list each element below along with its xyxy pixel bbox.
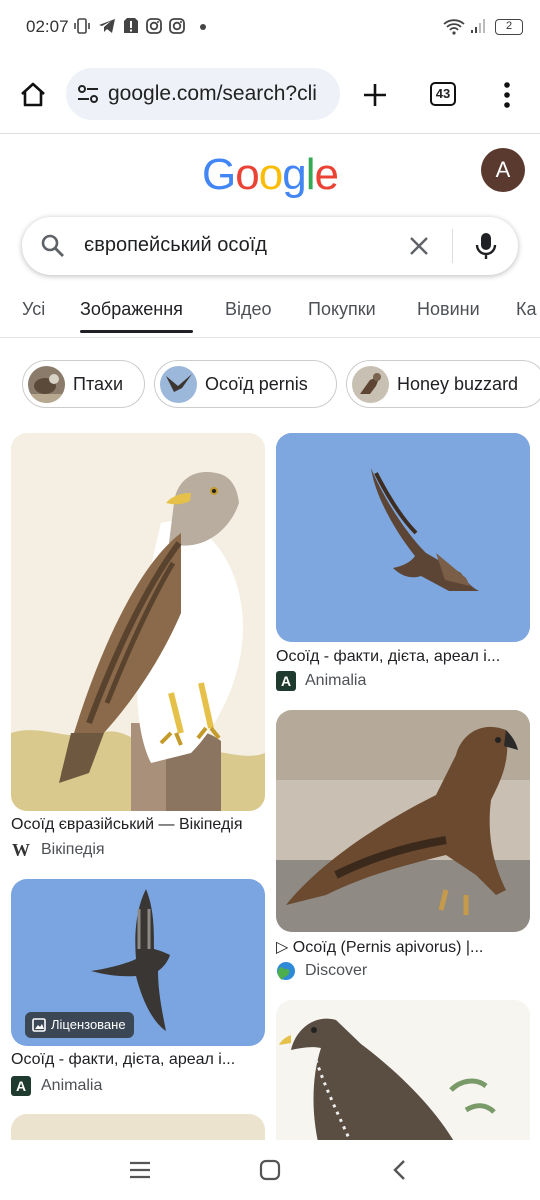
result-title[interactable]: Осоїд євразійський — Вікіпедія <box>11 816 265 834</box>
home-button-icon[interactable] <box>258 1158 282 1182</box>
chip-label: Осоїд pernis <box>205 374 308 394</box>
result-source[interactable]: Discover <box>305 962 367 980</box>
chip-thumbnail <box>160 366 197 403</box>
account-avatar[interactable]: A <box>481 148 525 192</box>
back-icon[interactable] <box>390 1158 410 1182</box>
tab-video[interactable]: Відео <box>225 299 272 320</box>
result-image[interactable] <box>276 433 530 642</box>
tab-news[interactable]: Новини <box>417 299 480 320</box>
result-source[interactable]: Вікіпедія <box>41 841 105 859</box>
site-settings-icon[interactable] <box>76 83 100 105</box>
image-icon <box>32 1018 46 1032</box>
address-bar[interactable]: google.com/search?cli <box>66 68 340 120</box>
signal-icon <box>471 19 485 33</box>
result-source[interactable]: Animalia <box>41 1077 102 1095</box>
perched-bird-photo <box>276 710 530 932</box>
tab-more[interactable]: Ка <box>516 299 537 320</box>
result-title[interactable]: Осоїд - факти, дієта, ареал і... <box>11 1051 265 1069</box>
chip-honey-buzzard[interactable]: Honey buzzard <box>346 360 540 408</box>
logo-letter: G <box>202 150 236 199</box>
badge-label: Ліцензоване <box>51 1017 126 1032</box>
chip-thumbnail <box>28 366 65 403</box>
hawk-illustration <box>11 433 265 811</box>
result-image[interactable] <box>276 710 530 932</box>
search-tabs: Усі Зображення Відео Покупки Новини Ка <box>0 296 540 338</box>
chip-thumbnail <box>352 366 389 403</box>
google-logo[interactable]: Google <box>0 150 540 200</box>
flying-bird-photo <box>276 433 530 642</box>
microphone-icon[interactable] <box>474 231 498 261</box>
logo-letter: e <box>314 150 339 199</box>
url-text: google.com/search?cli <box>108 82 317 105</box>
home-icon[interactable] <box>18 80 48 110</box>
browser-toolbar: google.com/search?cli 43 <box>0 56 540 134</box>
active-tab-indicator <box>80 330 193 333</box>
status-time: 02:07 <box>26 17 69 36</box>
tab-count: 43 <box>435 86 451 101</box>
system-navigation-bar <box>0 1140 540 1200</box>
logo-letter: g <box>282 150 307 199</box>
battery-icon: 2 <box>495 19 523 35</box>
dot-icon <box>200 24 206 30</box>
vibrate-icon <box>74 18 90 34</box>
globe-icon <box>277 962 295 980</box>
result-image[interactable] <box>11 433 265 811</box>
alert-icon <box>124 18 138 33</box>
chip-pernis[interactable]: Осоїд pernis <box>154 360 337 408</box>
hawk-drawing <box>276 1000 530 1154</box>
animalia-icon: A <box>11 1076 31 1096</box>
logo-letter: o <box>235 150 260 199</box>
chip-label: Птахи <box>73 374 124 394</box>
instagram-icon <box>146 18 162 34</box>
chip-label: Honey buzzard <box>397 374 519 394</box>
tab-all[interactable]: Усі <box>22 299 45 320</box>
result-image[interactable] <box>276 1000 530 1154</box>
instagram-icon <box>169 18 185 34</box>
more-menu-icon[interactable] <box>496 80 518 110</box>
licensed-badge: Ліцензоване <box>25 1012 134 1038</box>
animalia-icon: A <box>276 671 296 691</box>
battery-level: 2 <box>505 20 513 32</box>
clear-icon[interactable] <box>408 235 430 257</box>
result-source[interactable]: Animalia <box>305 672 366 690</box>
wikipedia-icon: W <box>12 840 30 860</box>
tab-switcher-button[interactable]: 43 <box>430 82 456 106</box>
result-title[interactable]: Осоїд - факти, дієта, ареал і... <box>276 648 530 666</box>
tab-shopping[interactable]: Покупки <box>308 299 376 320</box>
search-box[interactable]: європейський осоїд <box>22 217 518 275</box>
tab-images[interactable]: Зображення <box>80 299 183 320</box>
result-image[interactable]: Ліцензоване <box>11 879 265 1046</box>
search-query[interactable]: європейський осоїд <box>84 234 267 257</box>
chip-birds[interactable]: Птахи <box>22 360 145 408</box>
recent-apps-icon[interactable] <box>128 1160 152 1180</box>
search-divider <box>452 229 453 263</box>
search-icon <box>41 234 64 257</box>
new-tab-icon[interactable] <box>361 81 389 109</box>
logo-letter: o <box>258 150 284 199</box>
wifi-icon <box>443 19 465 35</box>
telegram-icon <box>99 19 115 33</box>
avatar-letter: A <box>495 157 511 182</box>
result-title[interactable]: ▷ Осоїд (Pernis apivorus) |... <box>276 937 530 957</box>
status-bar: 02:07 2 <box>0 0 540 56</box>
